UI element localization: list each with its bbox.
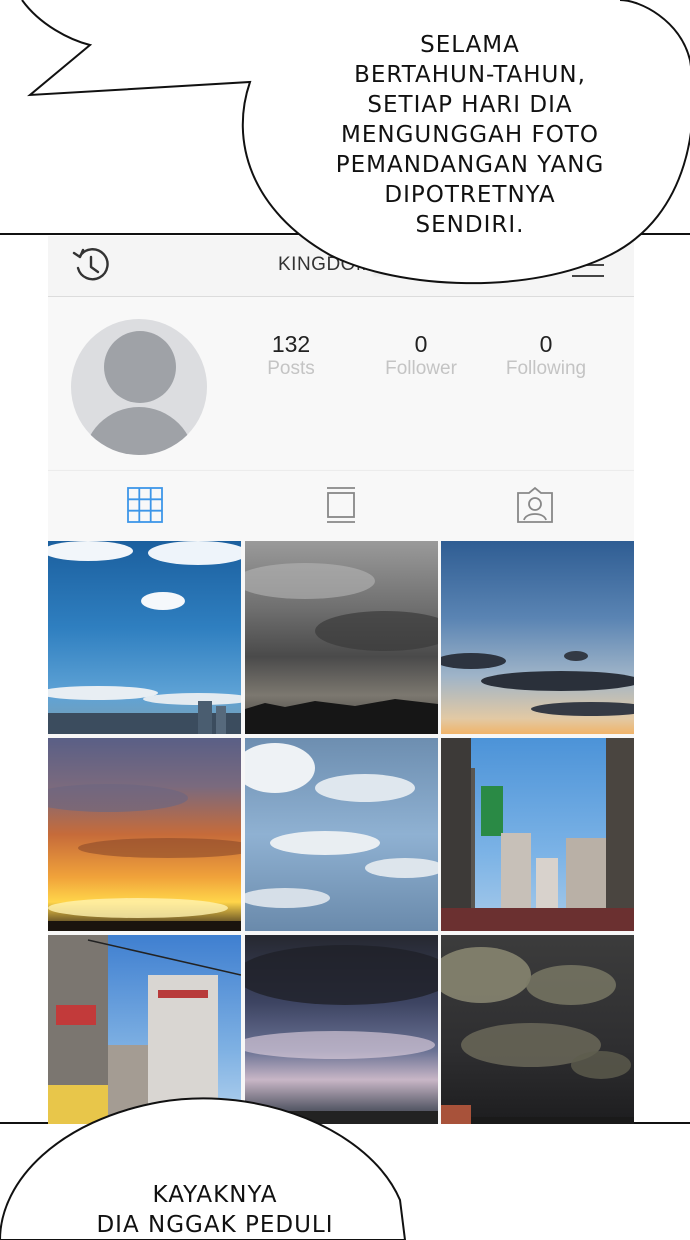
bubble-top-line: DIPOTRETNYA — [384, 182, 556, 208]
bubble-top-text: SELAMA BERTAHUN-TAHUN, SETIAP HARI DIA M… — [300, 30, 640, 240]
bubble-top-line: SENDIRI. — [415, 212, 525, 238]
stat-following-label: Following — [505, 358, 587, 379]
photo-tile[interactable] — [441, 738, 634, 931]
photo-tile[interactable] — [245, 738, 438, 931]
avatar[interactable] — [71, 319, 207, 455]
bubble-top-line: SETIAP HARI DIA — [367, 92, 573, 118]
photo-tile[interactable] — [48, 541, 241, 734]
bubble-top-line: MENGUNGGAH FOTO — [341, 122, 599, 148]
feed-view-icon[interactable] — [321, 485, 361, 525]
tagged-photos-icon[interactable] — [515, 485, 555, 525]
bubble-bottom-line: KAYAKNYA — [152, 1182, 278, 1208]
stat-posts-label: Posts — [267, 358, 315, 379]
stat-follower[interactable]: 0 Follower — [366, 331, 476, 381]
photo-tile[interactable] — [441, 541, 634, 734]
stat-follower-label: Follower — [385, 358, 457, 379]
stat-following-value: 0 — [539, 331, 553, 357]
view-tabs — [48, 470, 634, 541]
bubble-bottom-line: DIA NGGAK PEDULI — [96, 1212, 334, 1238]
grid-view-icon[interactable] — [125, 485, 165, 525]
bubble-bottom-text: KAYAKNYA DIA NGGAK PEDULI — [40, 1180, 390, 1240]
stat-following[interactable]: 0 Following — [491, 331, 601, 381]
bubble-top-line: SELAMA — [420, 32, 520, 58]
stat-posts-value: 132 — [271, 331, 311, 357]
phone-screen: KINGDOM 132 Posts 0 Follower 0 Following — [48, 236, 634, 1124]
photo-tile[interactable] — [245, 541, 438, 734]
bubble-top-line: PEMANDANGAN YANG — [335, 152, 605, 178]
stat-follower-value: 0 — [414, 331, 428, 357]
bubble-top-line: BERTAHUN-TAHUN, — [354, 62, 586, 88]
stat-posts[interactable]: 132 Posts — [236, 331, 346, 381]
photo-tile[interactable] — [48, 738, 241, 931]
profile-section: 132 Posts 0 Follower 0 Following — [48, 297, 634, 469]
